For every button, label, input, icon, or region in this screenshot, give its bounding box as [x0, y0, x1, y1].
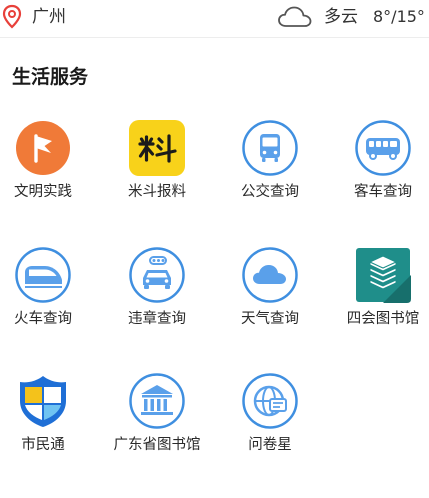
weather-condition: 多云: [324, 7, 358, 27]
service-item-sihui-library[interactable]: 四会图书馆: [333, 247, 429, 347]
service-label: 米斗报料: [128, 184, 186, 200]
service-item-wenjuanxing[interactable]: 问卷星: [220, 373, 320, 473]
service-label: 问卷星: [248, 437, 292, 453]
flag-icon: [16, 121, 70, 175]
service-label: 违章查询: [128, 311, 186, 327]
midou-logo-icon: [129, 120, 185, 176]
service-item-civilization-practice[interactable]: 文明实践: [0, 120, 93, 220]
coach-icon: [355, 120, 411, 176]
service-item-midou-report[interactable]: 米斗报料: [107, 120, 207, 220]
top-bar: 广州 多云 8°/15°: [0, 0, 429, 38]
books-icon: [356, 248, 411, 303]
service-item-citizen-pass[interactable]: 市民通: [0, 373, 93, 473]
car-violation-icon: [129, 247, 185, 303]
service-label: 公交查询: [241, 184, 299, 200]
service-label: 四会图书馆: [346, 311, 420, 327]
service-item-guangdong-library[interactable]: 广东省图书馆: [107, 373, 207, 473]
location-pin-icon[interactable]: [1, 4, 23, 30]
cloud-icon: [278, 6, 312, 27]
service-item-weather-query[interactable]: 天气查询: [220, 247, 320, 347]
weather-temperature: 8°/15°: [373, 7, 425, 26]
section-title: 生活服务: [12, 66, 89, 88]
city-name[interactable]: 广州: [32, 6, 66, 28]
service-label: 文明实践: [14, 184, 72, 200]
bus-icon: [242, 120, 298, 176]
service-label: 客车查询: [354, 184, 412, 200]
service-label: 火车查询: [14, 311, 72, 327]
service-label: 天气查询: [241, 311, 299, 327]
service-item-violation-query[interactable]: 违章查询: [107, 247, 207, 347]
service-label: 广东省图书馆: [113, 437, 201, 453]
shield-icon: [20, 376, 66, 427]
service-item-train-query[interactable]: 火车查询: [0, 247, 93, 347]
cloud-icon: [242, 247, 298, 303]
service-item-bus-query[interactable]: 公交查询: [220, 120, 320, 220]
globe-survey-icon: [242, 373, 298, 429]
library-building-icon: [129, 373, 185, 429]
train-icon: [15, 247, 71, 303]
service-label: 市民通: [21, 437, 65, 453]
service-item-coach-query[interactable]: 客车查询: [333, 120, 429, 220]
